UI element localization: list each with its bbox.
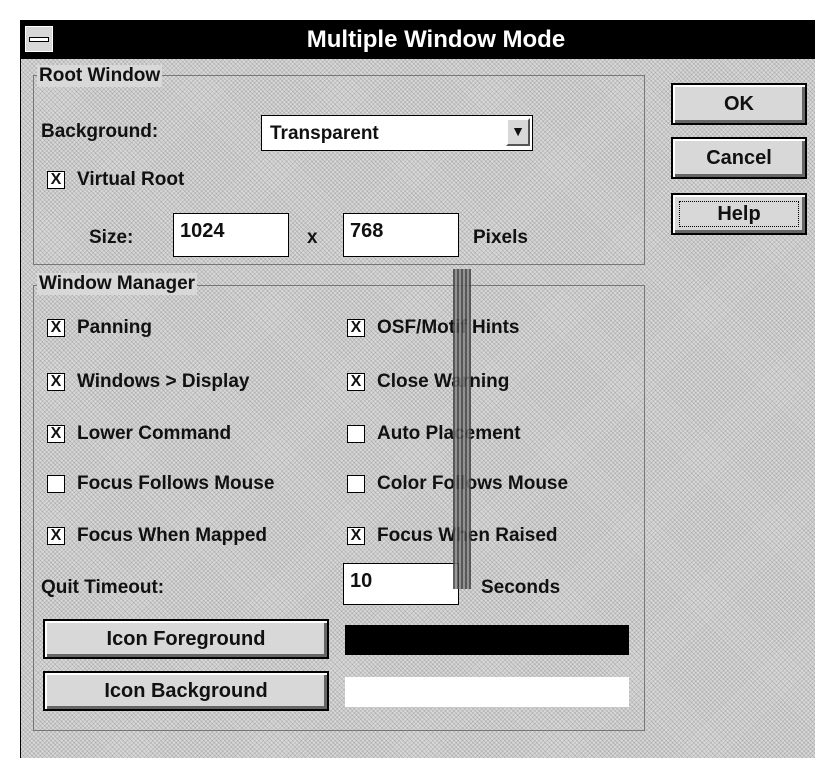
- windows-display-label[interactable]: Windows > Display: [77, 371, 249, 393]
- auto-placement-label[interactable]: Auto Placement: [377, 423, 521, 445]
- panning-label[interactable]: Panning: [77, 317, 152, 339]
- title-bar: Multiple Window Mode: [21, 21, 815, 59]
- lower-command-label[interactable]: Lower Command: [77, 423, 231, 445]
- pixels-label: Pixels: [473, 227, 528, 248]
- check-mark: X: [350, 319, 362, 336]
- windows-display-checkbox[interactable]: X: [47, 373, 65, 391]
- dialog-title: Multiple Window Mode: [306, 26, 566, 53]
- height-input[interactable]: 768: [343, 213, 459, 257]
- system-menu-button[interactable]: [25, 26, 53, 52]
- auto-placement-checkbox[interactable]: [347, 425, 365, 443]
- focus-follows-mouse-checkbox[interactable]: [47, 475, 65, 493]
- virtual-root-label[interactable]: Virtual Root: [77, 169, 184, 191]
- check-mark: X: [50, 527, 62, 544]
- focus-when-raised-checkbox[interactable]: X: [347, 527, 365, 545]
- check-mark: X: [50, 425, 62, 442]
- lower-command-checkbox[interactable]: X: [47, 425, 65, 443]
- help-button[interactable]: Help: [671, 193, 807, 235]
- quit-timeout-input[interactable]: 10: [343, 563, 459, 605]
- focus-when-mapped-checkbox[interactable]: X: [47, 527, 65, 545]
- seconds-label: Seconds: [481, 577, 561, 598]
- width-input[interactable]: 1024: [173, 213, 289, 257]
- system-menu-icon: [29, 37, 49, 42]
- check-mark: X: [350, 373, 362, 390]
- scan-artifact: [453, 269, 471, 589]
- background-combobox[interactable]: Transparent ▼: [261, 115, 533, 151]
- color-follows-mouse-label[interactable]: Color Follows Mouse: [377, 473, 568, 495]
- osf-motif-hints-label[interactable]: OSF/Motif Hints: [377, 317, 519, 339]
- window-manager-group: [33, 285, 645, 731]
- close-warning-label[interactable]: Close Warning: [377, 371, 509, 393]
- focus-follows-mouse-label[interactable]: Focus Follows Mouse: [77, 473, 274, 495]
- cancel-button[interactable]: Cancel: [671, 137, 807, 179]
- icon-foreground-button[interactable]: Icon Foreground: [43, 619, 329, 659]
- check-mark: X: [50, 373, 62, 390]
- quit-timeout-label: Quit Timeout:: [41, 577, 165, 598]
- root-window-group-title: Root Window: [37, 65, 163, 87]
- check-mark: X: [50, 319, 62, 336]
- close-warning-checkbox[interactable]: X: [347, 373, 365, 391]
- osf-motif-hints-checkbox[interactable]: X: [347, 319, 365, 337]
- size-separator: x: [307, 227, 318, 248]
- icon-background-swatch: [345, 677, 629, 707]
- background-combobox-value: Transparent: [270, 123, 379, 144]
- multiple-window-mode-dialog: Multiple Window Mode Root Window Backgro…: [20, 20, 815, 758]
- panning-checkbox[interactable]: X: [47, 319, 65, 337]
- window-manager-group-title: Window Manager: [37, 273, 198, 295]
- icon-foreground-swatch: [345, 625, 629, 655]
- color-follows-mouse-checkbox[interactable]: [347, 475, 365, 493]
- background-label: Background:: [41, 121, 159, 142]
- dropdown-arrow-icon[interactable]: ▼: [506, 118, 530, 146]
- icon-background-button[interactable]: Icon Background: [43, 671, 329, 711]
- focus-when-mapped-label[interactable]: Focus When Mapped: [77, 525, 267, 547]
- size-label: Size:: [89, 227, 134, 248]
- ok-button[interactable]: OK: [671, 83, 807, 125]
- check-mark: X: [350, 527, 362, 544]
- virtual-root-checkbox[interactable]: X: [47, 171, 65, 189]
- check-mark: X: [50, 171, 62, 188]
